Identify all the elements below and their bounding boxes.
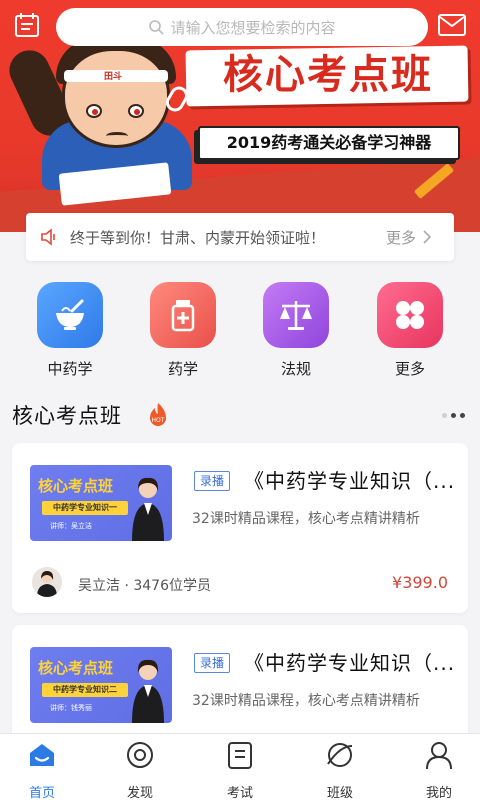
- hot-badge-icon: HOT: [150, 403, 166, 426]
- mail-icon[interactable]: [438, 14, 466, 36]
- grid-icon: [377, 282, 443, 348]
- tab-exam[interactable]: 考试: [192, 740, 288, 800]
- app-screen: 田斗 核心考点班 2019药考通关必备学习神器 请输入您想要检索的内容 终于等到…: [0, 0, 480, 800]
- course-description: 32课时精品课程，核心考点精讲精析: [192, 511, 420, 527]
- thumb-teacher: 讲师：吴立洁: [50, 522, 92, 530]
- profile-icon: [426, 742, 452, 770]
- course-thumbnail: 核心考点班 中药学专业知识二 讲师：钱秀丽: [30, 647, 172, 723]
- avatar: [32, 567, 62, 597]
- medicine-bottle-icon: [150, 282, 216, 348]
- mortar-icon: [37, 282, 103, 348]
- teacher-photo: [132, 659, 164, 723]
- thumb-title: 核心考点班: [38, 477, 114, 495]
- thumb-subtitle: 中药学专业知识二: [42, 683, 128, 697]
- section-title: 核心考点班: [12, 404, 122, 428]
- thumb-teacher: 讲师：钱秀丽: [50, 704, 92, 712]
- category-item-more[interactable]: 更多: [360, 282, 460, 379]
- search-placeholder: 请输入您想要检索的内容: [170, 18, 336, 37]
- tab-home[interactable]: 首页: [0, 740, 90, 800]
- category-item-yaoxue[interactable]: 药学: [133, 282, 233, 379]
- course-title: 《中药学专业知识（...: [244, 651, 456, 675]
- category-label: 中药学: [47, 360, 93, 378]
- search-bar[interactable]: 请输入您想要检索的内容: [56, 8, 428, 46]
- recorded-tag: 录播: [194, 653, 231, 673]
- thumb-title: 核心考点班: [38, 659, 114, 677]
- category-item-fagui[interactable]: 法规: [246, 282, 346, 379]
- category-label: 法规: [280, 360, 311, 378]
- pager-dots[interactable]: [442, 413, 465, 418]
- top-bar: 请输入您想要检索的内容: [0, 0, 480, 56]
- recorded-tag: 录播: [194, 471, 231, 491]
- tab-label: 班级: [326, 786, 353, 800]
- calendar-icon[interactable]: [14, 12, 40, 38]
- exam-icon: [228, 742, 252, 769]
- banner-headband: 田斗: [64, 70, 168, 82]
- banner-subtitle: 2019药考通关必备学习神器: [226, 133, 432, 152]
- teacher-info: 吴立洁 · 3476位学员: [78, 578, 211, 594]
- scale-icon: [263, 282, 329, 348]
- notice-bar[interactable]: 终于等到你！甘肃、内蒙开始领证啦！ 更多: [26, 213, 454, 261]
- tab-discover[interactable]: 发现: [92, 740, 188, 800]
- pager-dot-active: [460, 413, 465, 418]
- svg-text:HOT: HOT: [152, 417, 165, 424]
- category-grid: 中药学 药学 法规 更多: [0, 282, 480, 382]
- course-price: ¥399.0: [392, 573, 448, 592]
- class-icon: [327, 743, 353, 767]
- course-card[interactable]: 核心考点班 中药学专业知识一 讲师：吴立洁 录播 《中药学专业知识（... 32…: [12, 443, 468, 613]
- bottom-tab-bar: 首页 发现 考试 班级 我的: [0, 733, 480, 800]
- course-thumbnail: 核心考点班 中药学专业知识一 讲师：吴立洁: [30, 465, 172, 541]
- category-label: 更多: [394, 360, 425, 378]
- course-title: 《中药学专业知识（...: [244, 469, 456, 493]
- speaker-icon: [41, 228, 55, 246]
- tab-class[interactable]: 班级: [292, 740, 388, 800]
- tab-label: 我的: [425, 786, 452, 800]
- search-icon: [149, 20, 165, 35]
- course-description: 32课时精品课程，核心考点精讲精析: [192, 693, 420, 709]
- tab-profile[interactable]: 我的: [391, 740, 480, 800]
- chevron-right-icon: [423, 230, 432, 244]
- notice-text: 终于等到你！甘肃、内蒙开始领证啦！: [70, 228, 326, 247]
- discover-icon: [127, 742, 153, 768]
- teacher-photo: [132, 477, 164, 541]
- tab-label: 考试: [226, 786, 253, 800]
- category-label: 药学: [167, 360, 198, 378]
- tab-label: 首页: [28, 786, 55, 800]
- home-icon: [30, 744, 54, 766]
- notice-more-link[interactable]: 更多: [386, 227, 416, 248]
- banner-eye-left: [86, 104, 102, 118]
- category-item-zhongyaoxue[interactable]: 中药学: [20, 282, 120, 379]
- pager-dot: [442, 413, 447, 418]
- tab-label: 发现: [126, 786, 153, 800]
- pager-dot-active: [451, 413, 456, 418]
- banner-eye-right: [128, 104, 144, 118]
- banner-mouth: [106, 132, 128, 140]
- thumb-subtitle: 中药学专业知识一: [42, 501, 128, 515]
